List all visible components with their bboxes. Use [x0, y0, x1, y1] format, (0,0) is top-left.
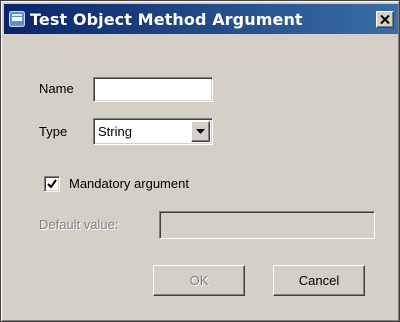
type-select[interactable]: String [93, 118, 213, 145]
name-input[interactable] [93, 77, 213, 102]
mandatory-label[interactable]: Mandatory argument [69, 176, 189, 191]
type-label: Type [39, 124, 68, 139]
cancel-button[interactable]: Cancel [273, 265, 365, 296]
name-label: Name [39, 81, 74, 96]
mandatory-checkbox[interactable] [44, 176, 60, 192]
checkmark-icon [47, 179, 57, 189]
type-dropdown-button[interactable] [191, 121, 210, 142]
chevron-down-icon [196, 129, 205, 134]
close-icon [380, 15, 390, 24]
app-window-icon [9, 11, 25, 27]
title-bar[interactable]: Test Object Method Argument [4, 4, 398, 34]
dialog-title: Test Object Method Argument [30, 10, 303, 29]
default-value-input[interactable] [159, 211, 375, 239]
dialog-window: Test Object Method Argument Name Type St… [0, 0, 400, 322]
default-value-label: Default value: [39, 217, 119, 232]
close-button[interactable] [376, 11, 394, 28]
ok-button[interactable]: OK [153, 265, 245, 296]
type-select-value: String [98, 124, 132, 139]
